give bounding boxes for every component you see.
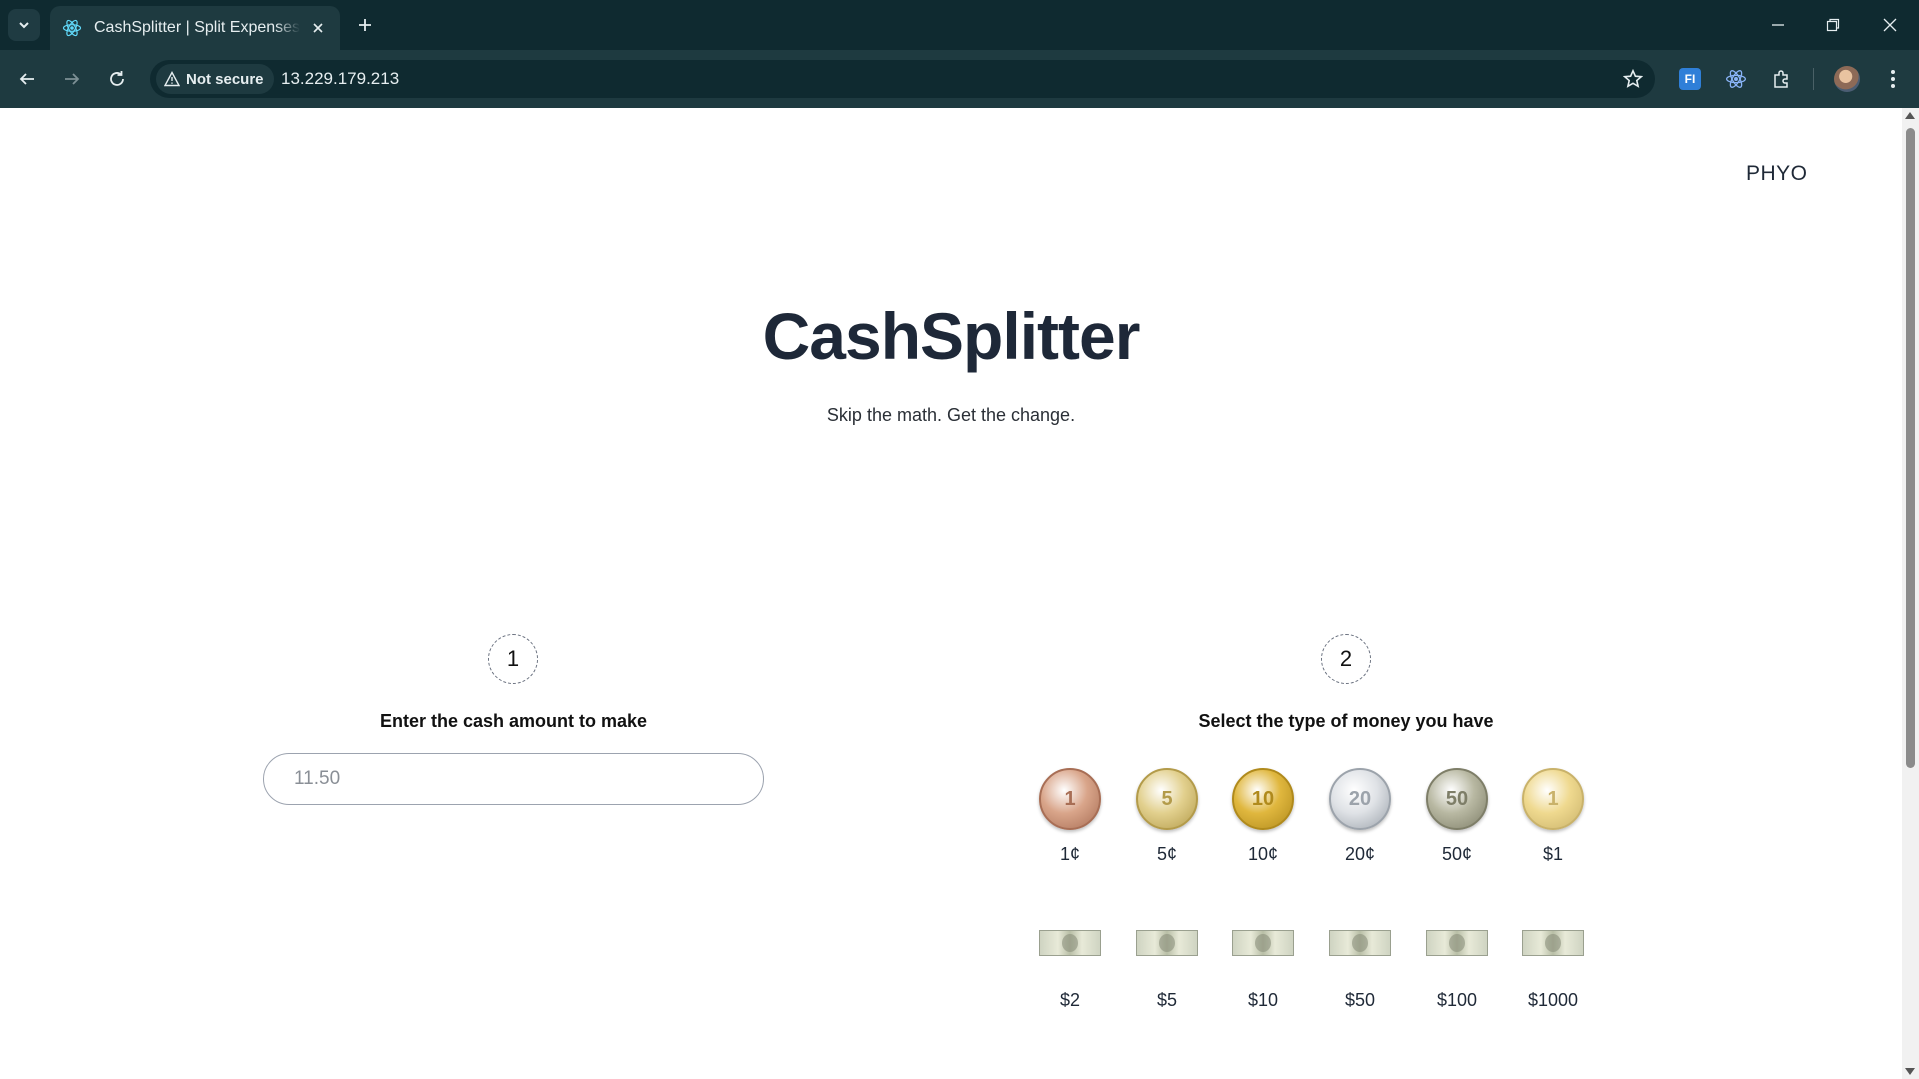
coin-label: 10¢ [1247, 844, 1279, 864]
coin-20c-icon: 20 [1329, 768, 1391, 830]
coin-option[interactable]: 1 $1 [1518, 768, 1588, 865]
note-label: $1000 [1527, 990, 1579, 1010]
restore-icon[interactable] [1813, 8, 1853, 42]
coin-label: $1 [1542, 844, 1564, 864]
chevron-down-icon [19, 22, 29, 29]
browser-tab[interactable]: CashSplitter | Split Expenses Effortless… [50, 6, 340, 50]
close-window-icon[interactable] [1870, 8, 1910, 42]
note-50-dollar-icon [1329, 930, 1391, 956]
reload-icon[interactable] [100, 62, 134, 96]
minimize-icon[interactable] [1758, 8, 1798, 42]
portrait-oval [1159, 934, 1175, 952]
note-1000-dollar-icon [1522, 930, 1584, 956]
step-2-label: Select the type of money you have [1198, 711, 1494, 731]
note-10-dollar-icon [1232, 930, 1294, 956]
note-option[interactable]: $50 [1325, 930, 1395, 1011]
note-option[interactable]: $100 [1422, 930, 1492, 1011]
react-devtools-icon[interactable] [1722, 65, 1750, 93]
scroll-thumb[interactable] [1906, 128, 1915, 768]
url-text[interactable]: 13.229.179.213 [281, 69, 399, 89]
step-2-badge: 2 [1321, 634, 1371, 684]
extensions-puzzle-icon[interactable] [1768, 65, 1796, 93]
new-tab-plus-icon[interactable] [352, 12, 378, 38]
react-favicon-icon [62, 18, 82, 38]
coin-10c-icon: 10 [1232, 768, 1294, 830]
more-menu-icon[interactable] [1879, 65, 1907, 93]
user-name[interactable]: PHYO [1746, 162, 1808, 186]
portrait-oval [1352, 934, 1368, 952]
tab-search-button[interactable] [8, 9, 40, 41]
portrait-oval [1449, 934, 1465, 952]
browser-window: CashSplitter | Split Expenses Effortless… [0, 0, 1919, 1079]
note-label: $100 [1436, 990, 1478, 1010]
note-2-dollar-icon [1039, 930, 1101, 956]
scroll-down-arrow-icon[interactable] [1905, 1068, 1915, 1075]
profile-avatar[interactable] [1833, 65, 1861, 93]
coin-1-dollar-icon: 1 [1522, 768, 1584, 830]
step-1-label: Enter the cash amount to make [379, 711, 648, 731]
coin-label: 50¢ [1441, 844, 1473, 864]
note-label: $10 [1247, 990, 1279, 1010]
note-label: $5 [1156, 990, 1178, 1010]
bookmark-star-icon[interactable] [1621, 67, 1645, 91]
cash-amount-input[interactable] [263, 753, 764, 805]
scroll-up-arrow-icon[interactable] [1905, 112, 1915, 119]
coin-option[interactable]: 1 1¢ [1035, 768, 1105, 865]
note-100-dollar-icon [1426, 930, 1488, 956]
coin-label: 5¢ [1156, 844, 1178, 864]
warning-triangle-icon [164, 71, 180, 87]
tab-title: CashSplitter | Split Expenses Effortless… [94, 19, 301, 36]
back-arrow-icon[interactable] [10, 62, 44, 96]
coin-option[interactable]: 20 20¢ [1325, 768, 1395, 865]
coin-label: 1¢ [1059, 844, 1081, 864]
coin-50c-icon: 50 [1426, 768, 1488, 830]
coin-label: 20¢ [1344, 844, 1376, 864]
coin-option[interactable]: 50 50¢ [1422, 768, 1492, 865]
portrait-oval [1255, 934, 1271, 952]
coin-5c-icon: 5 [1136, 768, 1198, 830]
forward-arrow-icon[interactable] [55, 62, 89, 96]
portrait-oval [1062, 934, 1078, 952]
page-scrollbar[interactable] [1902, 108, 1919, 1079]
note-option[interactable]: $10 [1228, 930, 1298, 1011]
tab-close-icon[interactable] [308, 18, 328, 38]
note-option[interactable]: $2 [1035, 930, 1105, 1011]
tab-strip: CashSplitter | Split Expenses Effortless… [0, 0, 1919, 50]
step-1-badge: 1 [488, 634, 538, 684]
page-subtitle: Skip the math. Get the change. [826, 405, 1076, 425]
security-label: Not secure [186, 70, 264, 88]
security-chip[interactable]: Not secure [156, 64, 274, 94]
page-viewport: PHYO CashSplitter Skip the math. Get the… [0, 108, 1902, 1079]
toolbar-separator [1813, 68, 1814, 90]
browser-toolbar: Not secure 13.229.179.213 FI [0, 50, 1919, 108]
note-label: $50 [1344, 990, 1376, 1010]
page-title: CashSplitter [762, 299, 1141, 373]
coin-option[interactable]: 5 5¢ [1132, 768, 1202, 865]
note-5-dollar-icon [1136, 930, 1198, 956]
extension-fi-icon[interactable]: FI [1676, 65, 1704, 93]
note-option[interactable]: $1000 [1518, 930, 1588, 1011]
note-option[interactable]: $5 [1132, 930, 1202, 1011]
portrait-oval [1545, 934, 1561, 952]
note-label: $2 [1059, 990, 1081, 1010]
coin-1c-icon: 1 [1039, 768, 1101, 830]
address-bar[interactable]: Not secure 13.229.179.213 [150, 60, 1655, 98]
coin-option[interactable]: 10 10¢ [1228, 768, 1298, 865]
